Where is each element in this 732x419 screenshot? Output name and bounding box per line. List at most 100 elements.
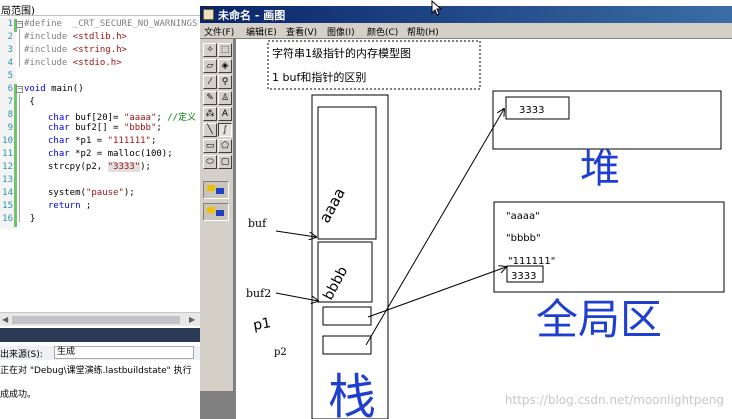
scroll-right-icon[interactable]: ▶ bbox=[189, 315, 195, 324]
change-marker bbox=[14, 84, 17, 227]
menu-colors[interactable]: 颜色(C) bbox=[367, 25, 398, 38]
code-token: "pause" bbox=[85, 188, 124, 198]
code-line[interactable]: return ; bbox=[48, 201, 91, 211]
output-line: 正在对 "Debug\课堂演练.lastbuildstate" 执行 bbox=[0, 366, 192, 376]
editor-divider bbox=[0, 15, 200, 16]
code-line[interactable]: void main() bbox=[24, 84, 84, 94]
rectangle-icon[interactable]: ▭ bbox=[203, 139, 217, 153]
paint-app-icon bbox=[203, 9, 214, 20]
p1-arrow bbox=[367, 267, 506, 318]
output-source-select[interactable]: 生成 bbox=[54, 346, 194, 359]
code-line[interactable]: } bbox=[30, 214, 35, 224]
code-line[interactable]: #define _CRT_SECURE_NO_WARNINGS bbox=[24, 19, 197, 29]
brush-icon[interactable]: ♙ bbox=[218, 91, 232, 105]
global-string: "111111" bbox=[508, 256, 555, 267]
paint-workspace: ✧ ⬚ ▱ ◈ ⁄ ⚲ ✎ ♙ ⁂ A ╲ ∫ ▭ ⬠ ⬭ ▢ 字符串1级指针的… bbox=[200, 39, 732, 419]
magnifier-icon[interactable]: ⚲ bbox=[218, 75, 232, 89]
menu-view[interactable]: 查看(V) bbox=[286, 25, 317, 38]
menu-image[interactable]: 图像(I) bbox=[327, 25, 355, 38]
code-line[interactable]: #include <stdio.h> bbox=[24, 58, 122, 68]
drawing-svg: 字符串1级指针的内存模型图 1 buf和指针的区别 3333 堆 "aaaa" … bbox=[246, 40, 725, 419]
code-token: { bbox=[24, 97, 35, 107]
global-string: "aaaa" bbox=[506, 211, 540, 222]
code-token: <string.h> bbox=[72, 45, 127, 55]
text-icon[interactable]: A bbox=[218, 107, 232, 121]
paint-titlebar[interactable]: 未命名 - 画图 bbox=[200, 6, 732, 23]
line-number: 9 bbox=[7, 123, 13, 133]
code-line[interactable]: char buf[20]= "aaaa"; //定义 bbox=[48, 110, 196, 123]
paint-window: 未命名 - 画图 文件(F) 编辑(E) 查看(V) 图像(I) 颜色(C) 帮… bbox=[200, 6, 732, 419]
code-token: main() bbox=[45, 84, 84, 94]
menu-file[interactable]: 文件(F) bbox=[204, 25, 234, 38]
line-number: 6 bbox=[7, 84, 13, 94]
code-token: #include bbox=[24, 45, 73, 55]
scrollbar-thumb[interactable] bbox=[12, 316, 180, 324]
var-label-p2: p2 bbox=[274, 347, 287, 358]
rounded-rect-icon[interactable]: ▢ bbox=[218, 155, 232, 169]
code-line[interactable]: char *p2 = malloc(100); bbox=[48, 149, 173, 159]
editor-scope-label: 局范围) bbox=[1, 6, 35, 17]
free-select-icon[interactable]: ✧ bbox=[203, 43, 217, 57]
color-picker-icon[interactable]: ⁄ bbox=[203, 75, 217, 89]
color-chip bbox=[216, 188, 224, 194]
var-label-buf2: buf2 bbox=[246, 287, 271, 300]
code-token: #define bbox=[24, 19, 73, 29]
eraser-icon[interactable]: ▱ bbox=[203, 59, 217, 73]
fold-guide bbox=[19, 94, 20, 222]
line-number: 15 bbox=[2, 201, 13, 211]
code-token: <stdlib.h> bbox=[72, 32, 127, 42]
line-number: 13 bbox=[2, 175, 13, 185]
fill-icon[interactable]: ◈ bbox=[218, 59, 232, 73]
code-token: char bbox=[48, 113, 70, 123]
code-token: "aaaa" bbox=[123, 113, 157, 123]
code-editor[interactable]: 局范围) 1 2 3 4 5 6 7 8 9 10 11 12 13 14 15… bbox=[0, 0, 200, 314]
line-number: 14 bbox=[2, 188, 13, 198]
code-token: *p2 = malloc(100); bbox=[69, 149, 173, 159]
curve-icon[interactable]: ∫ bbox=[218, 123, 232, 137]
output-source-label: 出来源(S): bbox=[0, 350, 43, 360]
heap-value: 3333 bbox=[519, 105, 544, 116]
tool-options-tray[interactable] bbox=[203, 181, 229, 199]
paint-toolbox: ✧ ⬚ ▱ ◈ ⁄ ⚲ ✎ ♙ ⁂ A ╲ ∫ ▭ ⬠ ⬭ ▢ bbox=[200, 39, 234, 391]
drawing-canvas[interactable]: 字符串1级指针的内存模型图 1 buf和指针的区别 3333 堆 "aaaa" … bbox=[236, 39, 732, 419]
watermark-url: https://blog.csdn.net/moonlightpeng bbox=[504, 393, 724, 407]
code-token: buf[20]= bbox=[69, 113, 124, 123]
airbrush-icon[interactable]: ⁂ bbox=[203, 107, 217, 121]
code-line[interactable]: strcpy(p2, "3333"); bbox=[48, 162, 151, 172]
paint-window-title: 未命名 - 画图 bbox=[218, 9, 286, 22]
code-token: } bbox=[30, 214, 36, 224]
line-icon[interactable]: ╲ bbox=[203, 123, 217, 137]
tool-options-tray[interactable] bbox=[203, 203, 229, 221]
code-line[interactable]: { bbox=[24, 97, 35, 107]
fold-toggle-icon[interactable]: − bbox=[16, 86, 23, 93]
line-number: 11 bbox=[2, 149, 13, 159]
horizontal-scrollbar[interactable]: ◀ ▶ bbox=[0, 312, 200, 326]
code-token: _CRT_SECURE_NO_WARNINGS bbox=[72, 19, 198, 29]
var-label-buf: buf bbox=[248, 217, 267, 230]
line-number: 10 bbox=[2, 136, 13, 146]
code-token: ; bbox=[80, 201, 92, 211]
polygon-icon[interactable]: ⬠ bbox=[218, 139, 232, 153]
code-token: return bbox=[48, 201, 81, 211]
fold-toggle-icon[interactable]: − bbox=[16, 21, 23, 28]
code-token: "bbbb" bbox=[123, 123, 157, 133]
code-line[interactable]: system("pause"); bbox=[48, 188, 135, 198]
menu-edit[interactable]: 编辑(E) bbox=[246, 25, 277, 38]
code-token: system( bbox=[48, 188, 86, 198]
scroll-left-icon[interactable]: ◀ bbox=[2, 315, 8, 324]
code-line[interactable]: #include <string.h> bbox=[24, 45, 127, 55]
rect-select-icon[interactable]: ⬚ bbox=[218, 43, 232, 57]
line-number: 1 bbox=[7, 19, 13, 29]
code-line[interactable]: #include <stdlib.h> bbox=[24, 32, 127, 42]
code-token: ; bbox=[150, 136, 157, 146]
code-line[interactable]: char *p1 = "111111"; bbox=[48, 136, 156, 146]
p2-arrow bbox=[365, 109, 504, 346]
global-string: "bbbb" bbox=[506, 233, 541, 244]
line-number: 16 bbox=[2, 214, 13, 224]
ellipse-icon[interactable]: ⬭ bbox=[203, 155, 217, 169]
menu-help[interactable]: 帮助(H) bbox=[407, 25, 439, 38]
pencil-icon[interactable]: ✎ bbox=[203, 91, 217, 105]
code-token: ); bbox=[123, 188, 135, 198]
code-token: "3333" bbox=[107, 162, 141, 172]
code-line[interactable]: char buf2[] = "bbbb"; bbox=[48, 123, 162, 133]
